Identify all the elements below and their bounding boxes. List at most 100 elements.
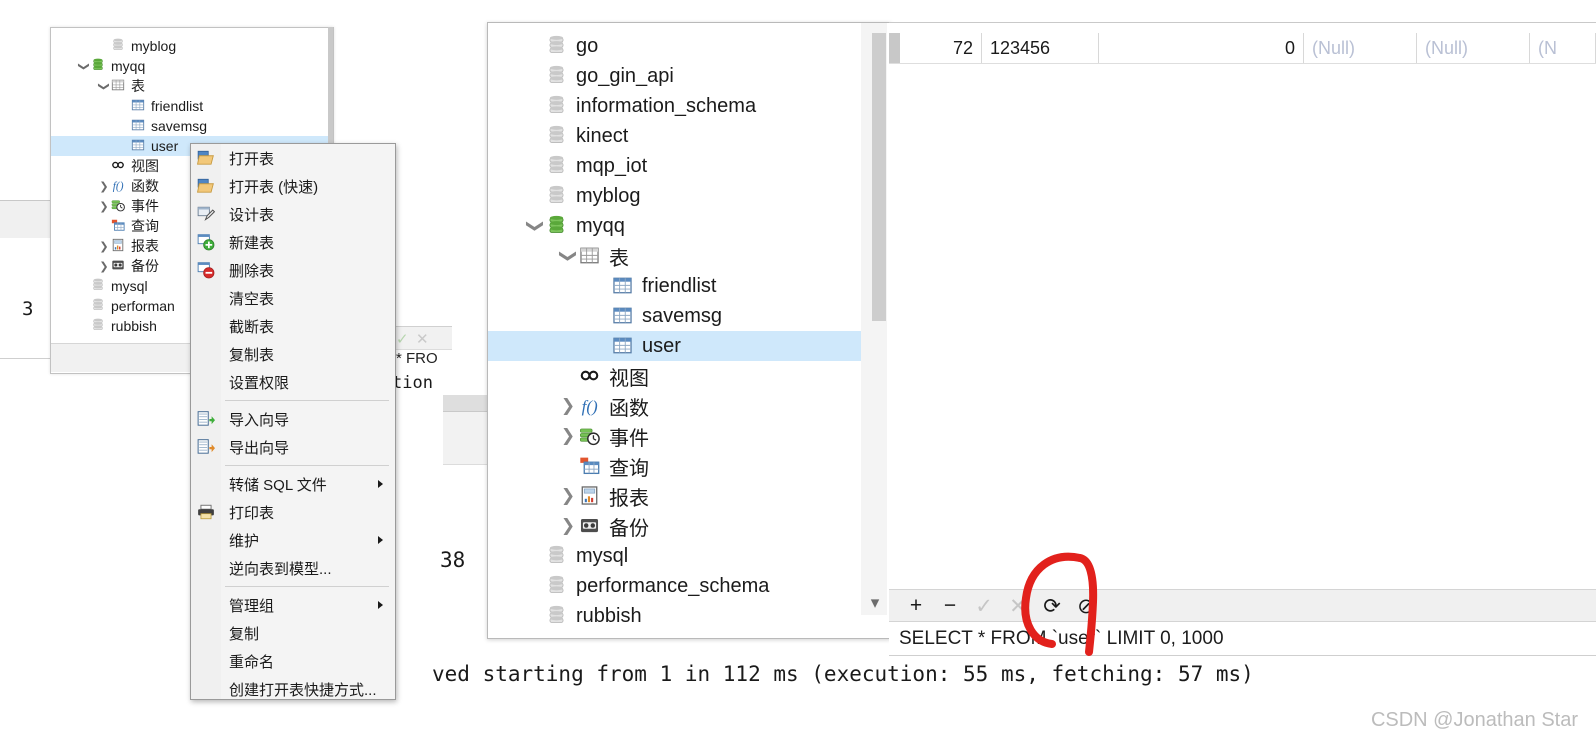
remove-record-icon[interactable]: − xyxy=(933,590,967,622)
database-tree-panel[interactable]: go go_gin_api information_schemakinect mqp_… xyxy=(487,22,891,639)
query-icon xyxy=(111,218,127,234)
tree-item-报表[interactable]: ❯ 报表 xyxy=(488,481,863,511)
database-icon-green xyxy=(91,58,107,74)
chevron-right-icon[interactable]: ❯ xyxy=(97,240,111,253)
new-table-icon xyxy=(191,231,221,253)
context-menu-separator xyxy=(225,400,389,401)
chevron-right-icon[interactable]: ❯ xyxy=(557,486,579,506)
context-menu-item-复制[interactable]: 复制 xyxy=(191,619,395,647)
context-menu-item-管理组[interactable]: 管理组 xyxy=(191,591,395,619)
tree-item-myblog[interactable]: myblog xyxy=(488,181,863,211)
tree-item-user[interactable]: user xyxy=(488,331,863,361)
tree-item-label: performan xyxy=(111,298,175,314)
tree-item-表[interactable]: ❯ 表 xyxy=(488,241,863,271)
context-menu-item-导出向导[interactable]: 导出向导 xyxy=(191,433,395,461)
context-menu-item-打开表快速[interactable]: 打开表 (快速) xyxy=(191,172,395,200)
context-menu-item-逆向表到模型[interactable]: 逆向表到模型... xyxy=(191,554,395,582)
tree-item-label: 函数 xyxy=(609,397,649,420)
chevron-right-icon[interactable]: ❯ xyxy=(97,260,111,273)
grid-cell[interactable]: 123456 xyxy=(982,33,1099,63)
tree-item-label: information_schema xyxy=(576,94,757,117)
tree-scrollbar-thumb[interactable] xyxy=(872,33,886,321)
context-menu-item-复制表[interactable]: 复制表 xyxy=(191,340,395,368)
tree-item-myblog[interactable]: myblog xyxy=(51,36,333,56)
context-menu-item-清空表[interactable]: 清空表 xyxy=(191,284,395,312)
menu-icon-placeholder xyxy=(191,473,221,495)
chevron-right-icon[interactable]: ❯ xyxy=(557,516,579,536)
tree-item-friendlist[interactable]: friendlist xyxy=(51,96,333,116)
tree-item-label: myblog xyxy=(131,38,177,54)
tree-item-go[interactable]: go xyxy=(488,31,863,61)
context-menu-item-删除表[interactable]: 删除表 xyxy=(191,256,395,284)
tree-item-label: friendlist xyxy=(151,98,204,114)
tree-item-mqp_iot[interactable]: mqp_iot xyxy=(488,151,863,181)
context-menu-item-截断表[interactable]: 截断表 xyxy=(191,312,395,340)
refresh-icon[interactable]: ⟳ xyxy=(1035,590,1069,622)
table-context-menu[interactable]: 打开表 打开表 (快速) 设计表新建表 删除表 清空表截断表复制表 设置权限导入向导 导出向… xyxy=(190,143,396,700)
chevron-right-icon[interactable]: ❯ xyxy=(97,200,111,213)
context-menu-item-转储SQL文件[interactable]: 转储 SQL 文件 xyxy=(191,470,395,498)
context-menu-item-label: 设计表 xyxy=(229,206,275,224)
chevron-down-icon[interactable]: ❯ xyxy=(98,79,111,93)
chevron-down-icon[interactable]: ❯ xyxy=(78,59,91,73)
tree-item-myqq[interactable]: ❯ myqq xyxy=(488,211,863,241)
tree-item-friendlist[interactable]: friendlist xyxy=(488,271,863,301)
add-record-icon[interactable]: + xyxy=(899,590,933,622)
tree-item-label: go_gin_api xyxy=(576,64,674,87)
tree-item-label: 查询 xyxy=(131,218,159,234)
context-menu-item-重命名[interactable]: 重命名 xyxy=(191,647,395,675)
context-menu-item-创建打开表快捷方式[interactable]: 创建打开表快捷方式... xyxy=(191,675,395,699)
context-menu-item-设置权限[interactable]: 设置权限 xyxy=(191,368,395,396)
context-menu-item-维护[interactable]: 维护 xyxy=(191,526,395,554)
tree-item-label: friendlist xyxy=(642,274,717,297)
grid-cell[interactable]: (Null) xyxy=(1417,33,1530,63)
menu-icon-placeholder xyxy=(191,287,221,309)
table-folder-icon xyxy=(111,78,127,94)
tree-item-rubbish[interactable]: rubbish xyxy=(488,601,863,631)
tree-item-label: savemsg xyxy=(151,118,208,134)
tree-item-kinect[interactable]: kinect xyxy=(488,121,863,151)
stop-icon[interactable]: ⊘ xyxy=(1069,590,1103,622)
tree-item-查询[interactable]: 查询 xyxy=(488,451,863,481)
chevron-right-icon[interactable]: ❯ xyxy=(557,426,579,446)
tree-item-information_schema[interactable]: information_schema xyxy=(488,91,863,121)
tree-item-函数[interactable]: ❯ f() 函数 xyxy=(488,391,863,421)
chevron-down-icon[interactable]: ❯ xyxy=(558,245,578,267)
record-navigation-toolbar[interactable]: + − ✓ ✕ ⟳ ⊘ xyxy=(889,589,1596,622)
tree-item-mysql[interactable]: mysql xyxy=(488,541,863,571)
grid-cell[interactable]: 0 xyxy=(1099,33,1304,63)
tree-item-事件[interactable]: ❯ 事件 xyxy=(488,421,863,451)
tree-item-视图[interactable]: 视图 xyxy=(488,361,863,391)
context-menu-item-新建表[interactable]: 新建表 xyxy=(191,228,395,256)
svg-text:f(): f() xyxy=(582,397,598,416)
tree-item-performance_schema[interactable]: performance_schema xyxy=(488,571,863,601)
context-menu-item-打印表[interactable]: 打印表 xyxy=(191,498,395,526)
context-menu-item-打开表[interactable]: 打开表 xyxy=(191,144,395,172)
chevron-right-icon[interactable]: ❯ xyxy=(557,396,579,416)
tree-scroll-down-icon[interactable]: ▾ xyxy=(864,592,886,614)
apply-icon-background: ✓ xyxy=(396,331,409,348)
grid-cell[interactable]: (Null) xyxy=(1304,33,1417,63)
chevron-down-icon[interactable]: ❯ xyxy=(525,215,545,237)
tree-item-表[interactable]: ❯ 表 xyxy=(51,76,333,96)
grid-cell[interactable]: (N xyxy=(1530,33,1596,63)
result-data-grid[interactable]: 72 123456 0 (Null) (Null) (N xyxy=(889,22,1596,590)
context-menu-item-label: 截断表 xyxy=(229,318,275,336)
tree-item-savemsg[interactable]: savemsg xyxy=(488,301,863,331)
context-menu-item-设计表[interactable]: 设计表 xyxy=(191,200,395,228)
table-row[interactable]: 72 123456 0 (Null) (Null) (N xyxy=(889,33,1596,64)
context-menu-item-导入向导[interactable]: 导入向导 xyxy=(191,405,395,433)
database-icon-green xyxy=(546,215,568,237)
tree-item-go_gin_api[interactable]: go_gin_api xyxy=(488,61,863,91)
cancel-icon: ✕ xyxy=(1009,594,1027,618)
tree-item-label: mqp_iot xyxy=(576,154,648,177)
database-icon-gray xyxy=(91,278,107,294)
menu-icon-placeholder xyxy=(191,315,221,337)
tree-item-myqq[interactable]: ❯ myqq xyxy=(51,56,333,76)
table-icon xyxy=(612,305,634,327)
chevron-right-icon[interactable]: ❯ xyxy=(97,180,111,193)
tree-item-savemsg[interactable]: savemsg xyxy=(51,116,333,136)
grid-cell[interactable]: 72 xyxy=(889,33,982,63)
context-menu-item-label: 转储 SQL 文件 xyxy=(229,476,327,494)
tree-item-备份[interactable]: ❯ 备份 xyxy=(488,511,863,541)
